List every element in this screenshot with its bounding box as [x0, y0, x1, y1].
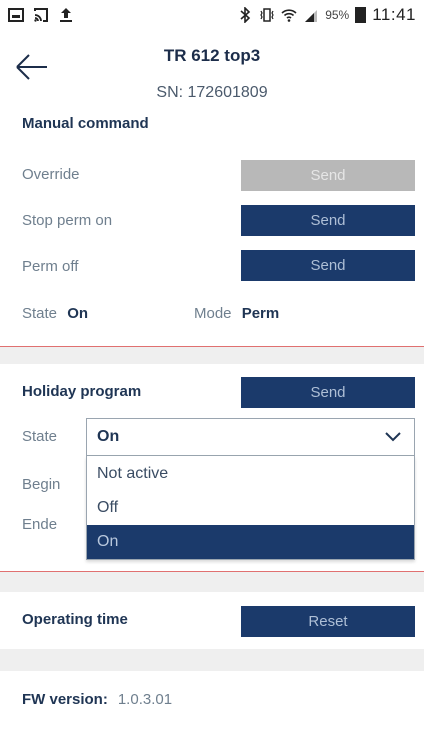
- status-bar-left: [8, 7, 74, 23]
- section-divider: [0, 572, 424, 592]
- manual-command-section: Manual command Override Send Stop perm o…: [0, 110, 424, 346]
- fw-version-section: FW version: 1.0.3.01: [0, 671, 424, 744]
- manual-command-title: Manual command: [22, 115, 149, 132]
- battery-icon: [355, 7, 367, 23]
- cast-icon: [34, 8, 48, 22]
- option-off[interactable]: Off: [87, 491, 414, 525]
- option-on[interactable]: On: [87, 525, 414, 559]
- chevron-down-icon: [385, 432, 401, 442]
- section-divider: [0, 346, 424, 364]
- stop-perm-on-send-button[interactable]: Send: [241, 205, 415, 236]
- holiday-program-title: Holiday program: [22, 383, 142, 400]
- stop-perm-on-label: Stop perm on: [22, 212, 113, 229]
- holiday-begin-label: Begin: [22, 476, 61, 493]
- highlight-line-top: [0, 346, 424, 347]
- fw-version-label: FW version:: [22, 691, 108, 708]
- option-not-active[interactable]: Not active: [87, 457, 414, 491]
- reset-button[interactable]: Reset: [241, 606, 415, 637]
- override-label: Override: [22, 166, 80, 183]
- state-value: On: [67, 305, 89, 322]
- status-bar-right: 95% 11:41: [237, 5, 416, 25]
- clock: 11:41: [372, 5, 416, 24]
- holiday-send-button[interactable]: Send: [241, 377, 415, 408]
- mode-label: Mode: [194, 305, 232, 322]
- fw-version-row: FW version: 1.0.3.01: [22, 691, 172, 708]
- device-title: TR 612 top3: [163, 46, 261, 65]
- vibrate-icon: [260, 8, 274, 22]
- wifi-icon: [281, 9, 297, 22]
- mode-value: Perm: [241, 305, 280, 322]
- signal-icon: [305, 10, 318, 22]
- state-row: State On: [22, 305, 88, 322]
- status-bar: 95% 11:41: [0, 0, 424, 32]
- override-send-button[interactable]: Send: [241, 160, 415, 191]
- perm-off-label: Perm off: [22, 258, 79, 275]
- image-icon: [8, 8, 24, 22]
- holiday-end-label: Ende: [22, 516, 58, 533]
- fw-version-value: 1.0.3.01: [117, 691, 173, 708]
- battery-percent: 95%: [325, 8, 350, 22]
- device-serial: SN: 172601809: [156, 84, 268, 101]
- holiday-state-selected: On: [97, 428, 120, 445]
- state-label: State: [22, 305, 58, 322]
- operating-time-section: Operating time Reset: [0, 592, 424, 649]
- app-header: TR 612 top3 SN: 172601809: [0, 32, 424, 110]
- bluetooth-icon: [240, 7, 251, 23]
- section-divider: [0, 649, 424, 671]
- holiday-state-select[interactable]: On: [86, 418, 415, 456]
- upload-icon: [60, 8, 72, 22]
- holiday-state-options: Not active Off On: [86, 456, 415, 560]
- mode-row: Mode Perm: [194, 305, 279, 322]
- operating-time-title: Operating time: [22, 611, 128, 628]
- holiday-state-label: State: [22, 428, 58, 445]
- perm-off-send-button[interactable]: Send: [241, 250, 415, 281]
